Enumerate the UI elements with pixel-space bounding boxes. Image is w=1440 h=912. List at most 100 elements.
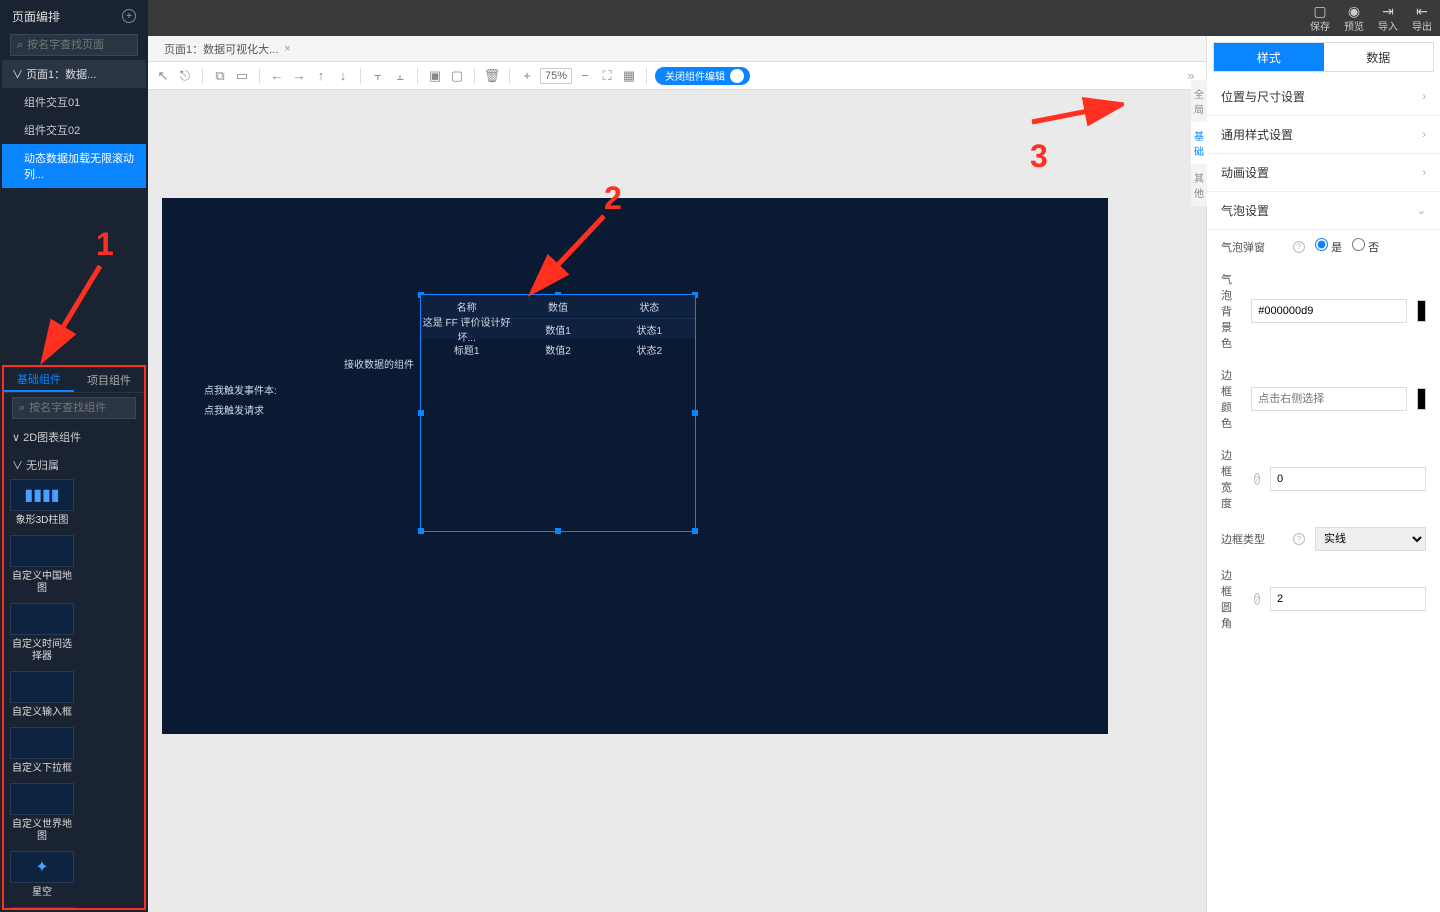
group-2d[interactable]: ∨ 2D图表组件	[10, 423, 138, 451]
align-top-icon[interactable]: ⫟	[369, 67, 387, 85]
color-swatch[interactable]	[1417, 388, 1426, 410]
lock-icon[interactable]: ⎋	[176, 67, 194, 85]
color-swatch[interactable]	[1417, 300, 1426, 322]
text-trigger-req[interactable]: 点我触发请求	[204, 402, 264, 417]
data-table: 名称 数值 状态 这是 FF 评价设计好坏... 数值1 状态1 标题1 数值2…	[421, 295, 695, 359]
handle-icon[interactable]	[692, 410, 698, 416]
selection-box[interactable]: 名称 数值 状态 这是 FF 评价设计好坏... 数值1 状态1 标题1 数值2…	[420, 294, 696, 532]
page-tab[interactable]: 页面1：数据可视化大... ×	[156, 41, 299, 57]
help-icon[interactable]: ?	[1293, 533, 1305, 545]
thumb-icon: ✦	[10, 851, 74, 883]
layer-front-icon[interactable]: ▣	[426, 67, 444, 85]
table-row: 标题1 数值2 状态2	[421, 339, 695, 359]
layer-back-icon[interactable]: ▢	[448, 67, 466, 85]
component-card[interactable]: 自定义中国地图	[10, 535, 74, 599]
import-button[interactable]: ⇥导入	[1378, 4, 1398, 33]
import-icon: ⇥	[1382, 4, 1394, 18]
paste-icon[interactable]: ▭	[233, 67, 251, 85]
vtab-global[interactable]: 全局	[1191, 80, 1207, 122]
component-card[interactable]: 自定义下拉框	[10, 727, 74, 779]
component-library: 基础组件 项目组件 ⌕ ∨ 2D图表组件 ∨ 无归属 ▮▮▮▮象形3D柱图 自定…	[2, 365, 146, 910]
help-icon[interactable]: ?	[1254, 473, 1260, 485]
component-card[interactable]: 拓补图	[10, 907, 74, 908]
handle-icon[interactable]	[692, 528, 698, 534]
group-none[interactable]: ∨ 无归属	[10, 451, 138, 479]
tab-data[interactable]: 数据	[1324, 43, 1434, 71]
tab-basic-components[interactable]: 基础组件	[4, 367, 74, 392]
section-animation[interactable]: 动画设置›	[1207, 154, 1440, 192]
edit-toggle[interactable]: 关闭组件编辑	[655, 67, 750, 85]
border-color-input[interactable]	[1251, 387, 1407, 411]
field-popup: 气泡弹窗? 是 否	[1207, 230, 1440, 263]
page-child[interactable]: 组件交互01	[2, 88, 146, 116]
page-search[interactable]: ⌕	[10, 34, 138, 56]
component-card[interactable]: ▮▮▮▮象形3D柱图	[10, 479, 74, 531]
field-border-width: 边框宽度?	[1207, 439, 1440, 519]
border-type-select[interactable]: 实线	[1315, 527, 1426, 551]
zoom-out-icon[interactable]: −	[576, 67, 594, 85]
handle-icon[interactable]	[418, 410, 424, 416]
page-child-active[interactable]: 动态数据加载无限滚动列...	[2, 144, 146, 188]
section-position[interactable]: 位置与尺寸设置›	[1207, 78, 1440, 116]
preview-icon: ◉	[1348, 4, 1360, 18]
right-tabs: 样式 数据	[1213, 42, 1434, 72]
add-page-icon[interactable]: +	[122, 9, 136, 23]
help-icon[interactable]: ?	[1293, 241, 1305, 253]
zoom-in-icon[interactable]: +	[518, 67, 536, 85]
search-icon: ⌕	[17, 39, 23, 52]
section-common-style[interactable]: 通用样式设置›	[1207, 116, 1440, 154]
search-icon: ⌕	[19, 402, 25, 415]
save-button[interactable]: ▢保存	[1310, 4, 1330, 33]
canvas[interactable]: 点我触发事件本: 点我触发请求 接收数据的组件 名称 数值 状态 这是 FF 评…	[162, 198, 1108, 734]
fit-icon[interactable]: ⛶	[598, 67, 616, 85]
component-card[interactable]: 自定义时间选择器	[10, 603, 74, 667]
arrow-left-icon[interactable]: ←	[268, 67, 286, 85]
toolbar: ↖ ⎋ ⧉ ▭ ← → ↑ ↓ ⫟ ⫠ ▣ ▢ 🗑 + 75% − ⛶ ▦ 关闭…	[148, 62, 1206, 90]
delete-icon[interactable]: 🗑	[483, 67, 501, 85]
tab-style[interactable]: 样式	[1214, 43, 1324, 71]
component-search[interactable]: ⌕	[12, 397, 136, 419]
text-trigger-event[interactable]: 点我触发事件本:	[204, 382, 277, 397]
section-bubble[interactable]: 气泡设置⌄	[1207, 192, 1440, 230]
page-root[interactable]: ∨ 页面1：数据...	[2, 60, 146, 88]
page-child[interactable]: 组件交互02	[2, 116, 146, 144]
thumb-icon	[10, 907, 74, 908]
radio-no[interactable]: 否	[1352, 238, 1379, 255]
chevron-right-icon: ›	[1422, 129, 1426, 141]
handle-icon[interactable]	[418, 528, 424, 534]
radio-yes[interactable]: 是	[1315, 238, 1342, 255]
component-card[interactable]: 自定义输入框	[10, 671, 74, 723]
canvas-wrap[interactable]: 点我触发事件本: 点我触发请求 接收数据的组件 名称 数值 状态 这是 FF 评…	[148, 90, 1206, 912]
vtab-other[interactable]: 其他	[1191, 164, 1207, 206]
close-icon[interactable]: ×	[284, 43, 290, 55]
handle-icon[interactable]	[555, 528, 561, 534]
align-bottom-icon[interactable]: ⫠	[391, 67, 409, 85]
zoom-value[interactable]: 75%	[540, 68, 572, 84]
border-width-input[interactable]	[1270, 467, 1426, 491]
arrow-down-icon[interactable]: ↓	[334, 67, 352, 85]
tab-project-components[interactable]: 项目组件	[74, 367, 144, 392]
bg-color-input[interactable]	[1251, 299, 1407, 323]
thumb-icon: ▮▮▮▮	[10, 479, 74, 511]
cursor-icon[interactable]: ↖	[154, 67, 172, 85]
component-list[interactable]: ∨ 2D图表组件 ∨ 无归属 ▮▮▮▮象形3D柱图 自定义中国地图 自定义时间选…	[4, 423, 144, 908]
border-radius-input[interactable]	[1270, 587, 1426, 611]
copy-icon[interactable]: ⧉	[211, 67, 229, 85]
export-icon: ⇤	[1416, 4, 1428, 18]
grid-icon[interactable]: ▦	[620, 67, 638, 85]
component-card[interactable]: 自定义世界地图	[10, 783, 74, 847]
component-card[interactable]: ✦星空	[10, 851, 74, 903]
topbar: ▢保存 ◉预览 ⇥导入 ⇤导出	[0, 0, 1440, 36]
preview-button[interactable]: ◉预览	[1344, 4, 1364, 33]
vtab-basic[interactable]: 基础	[1191, 122, 1207, 164]
chevron-right-icon: ›	[1422, 167, 1426, 179]
thumb-icon	[10, 535, 74, 567]
grid-none: ▮▮▮▮象形3D柱图 自定义中国地图 自定义时间选择器 自定义输入框 自定义下拉…	[10, 479, 138, 908]
thumb-icon	[10, 603, 74, 635]
export-button[interactable]: ⇤导出	[1412, 4, 1432, 33]
switch-icon	[730, 69, 744, 83]
thumb-icon	[10, 671, 74, 703]
help-icon[interactable]: ?	[1254, 593, 1260, 605]
arrow-right-icon[interactable]: →	[290, 67, 308, 85]
arrow-up-icon[interactable]: ↑	[312, 67, 330, 85]
